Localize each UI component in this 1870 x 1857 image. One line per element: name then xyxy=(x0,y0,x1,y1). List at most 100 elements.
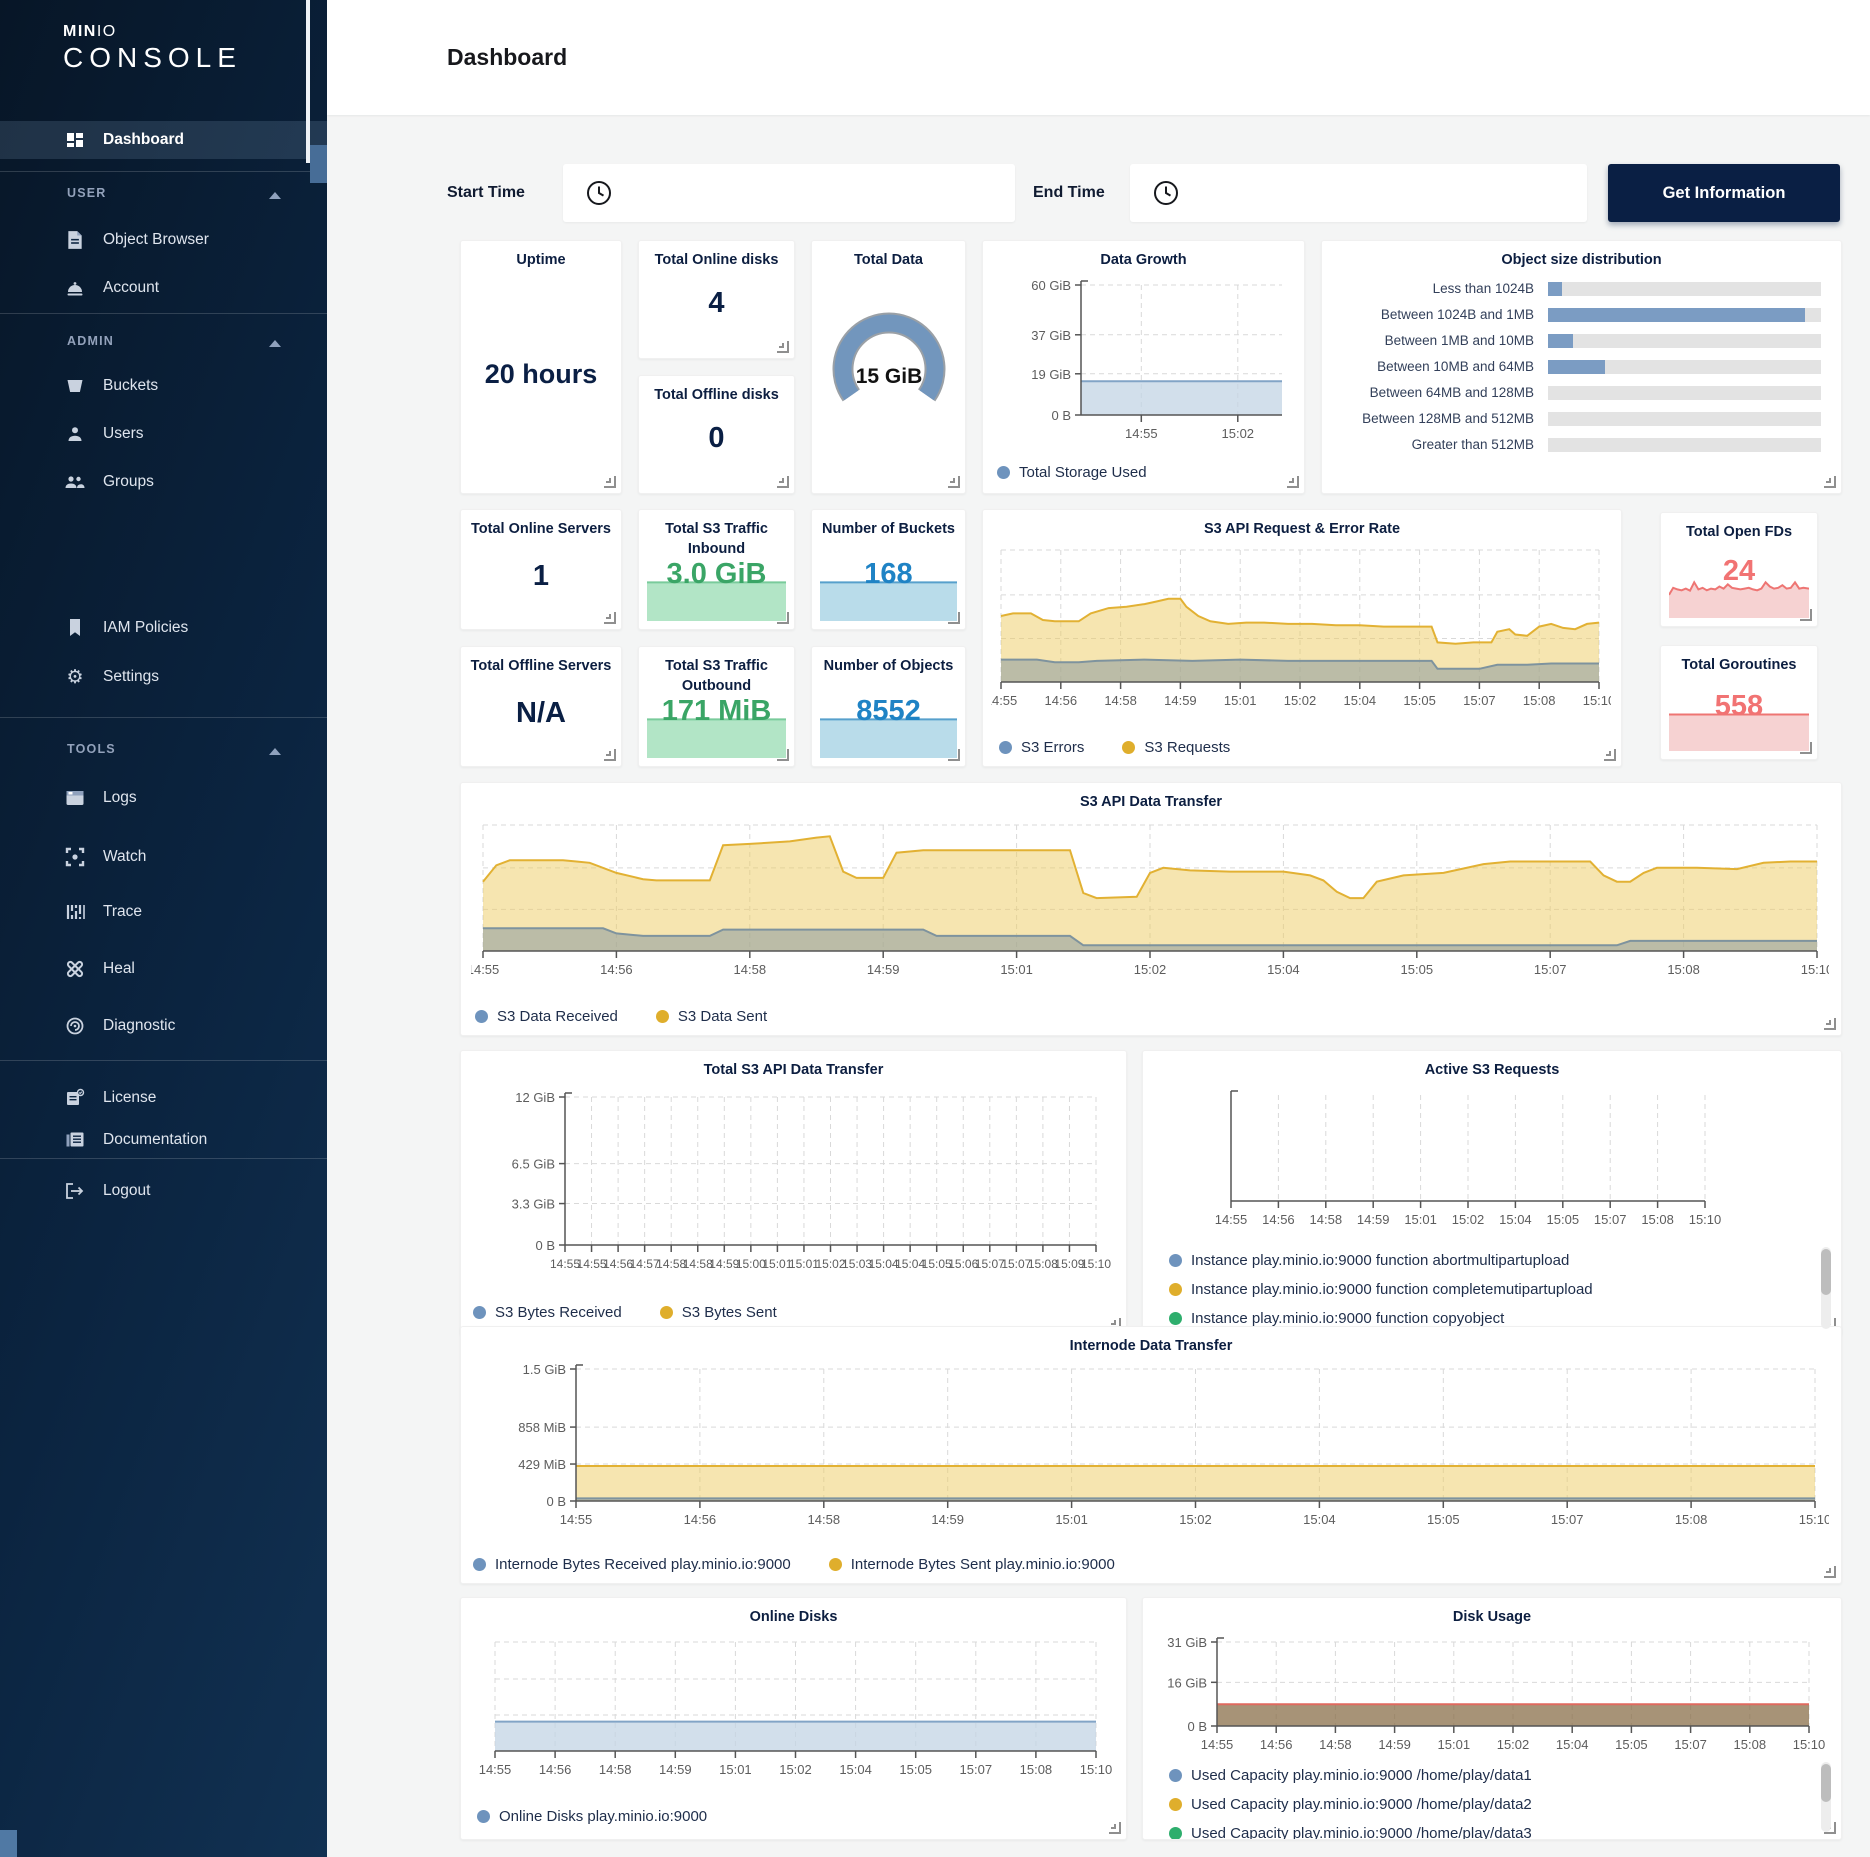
sidebar-scrollbar-track[interactable] xyxy=(306,0,310,163)
offline-servers-value: N/A xyxy=(461,697,621,730)
svg-text:3.3 GiB: 3.3 GiB xyxy=(512,1197,555,1212)
end-time-field[interactable] xyxy=(1130,164,1587,222)
sidebar-item-logs[interactable]: Logs xyxy=(0,780,327,816)
sidebar-item-label: Dashboard xyxy=(103,131,184,149)
svg-text:15:01: 15:01 xyxy=(1438,1737,1471,1752)
sidebar-section-admin[interactable]: ADMIN xyxy=(0,334,327,354)
sidebar-item-label: Users xyxy=(103,425,143,443)
online-disks-value: 4 xyxy=(639,287,794,320)
svg-text:15:04: 15:04 xyxy=(1344,693,1377,708)
resize-handle-icon[interactable] xyxy=(1824,476,1836,488)
end-time-input[interactable] xyxy=(1192,164,1583,224)
sidebar-item-dashboard[interactable]: Dashboard xyxy=(0,121,327,159)
legend-scrollbar-thumb[interactable] xyxy=(1821,1764,1831,1802)
svg-text:429 MiB: 429 MiB xyxy=(518,1457,566,1472)
legend-scrollbar[interactable] xyxy=(1821,1762,1831,1832)
sidebar-scrollbar-thumb[interactable] xyxy=(310,145,327,183)
sidebar-section-tools[interactable]: TOOLS xyxy=(0,742,327,762)
get-information-button[interactable]: Get Information xyxy=(1608,164,1840,222)
sidebar-item-license[interactable]: License xyxy=(0,1080,327,1116)
chevron-up-icon[interactable] xyxy=(269,340,281,347)
card-title: S3 API Request & Error Rate xyxy=(983,520,1621,540)
sidebar-item-trace[interactable]: Trace xyxy=(0,894,327,930)
disk-usage-card: Disk Usage 31 GiB16 GiB0 B14:5514:5614:5… xyxy=(1142,1597,1842,1840)
svg-text:15:07: 15:07 xyxy=(1534,962,1567,977)
legend-scrollbar[interactable] xyxy=(1821,1247,1831,1329)
start-time-field[interactable] xyxy=(563,164,1015,222)
gauge-value: 15 GiB xyxy=(855,365,922,388)
resize-handle-icon[interactable] xyxy=(604,476,616,488)
sidebar-item-settings[interactable]: ⚙ Settings xyxy=(0,659,327,695)
start-time-input[interactable] xyxy=(625,164,1011,224)
license-icon xyxy=(63,1086,87,1110)
legend-label: Total Storage Used xyxy=(1019,464,1147,481)
svg-text:15:07: 15:07 xyxy=(960,1762,993,1777)
svg-text:15:04: 15:04 xyxy=(839,1762,872,1777)
legend-label: S3 Bytes Received xyxy=(495,1304,622,1321)
sidebar-item-iam-policies[interactable]: IAM Policies xyxy=(0,610,327,646)
svg-text:15:10: 15:10 xyxy=(1081,1257,1111,1271)
sidebar-item-watch[interactable]: Watch xyxy=(0,839,327,875)
offline-disks-card: Total Offline disks 0 xyxy=(638,375,795,494)
chevron-up-icon[interactable] xyxy=(269,748,281,755)
sidebar-item-logout[interactable]: Logout xyxy=(0,1173,327,1209)
sidebar-item-label: Heal xyxy=(103,960,135,978)
sidebar-item-heal[interactable]: Heal xyxy=(0,951,327,987)
legend-label: Instance play.minio.io:9000 function com… xyxy=(1191,1281,1593,1298)
svg-text:0 B: 0 B xyxy=(1187,1719,1207,1734)
svg-text:15:05: 15:05 xyxy=(1401,962,1434,977)
legend-dot xyxy=(473,1558,486,1571)
svg-text:15:10: 15:10 xyxy=(1080,1762,1112,1777)
legend-label: Internode Bytes Sent play.minio.io:9000 xyxy=(851,1556,1115,1573)
card-title: Online Disks xyxy=(461,1608,1126,1628)
section-title: TOOLS xyxy=(67,742,116,756)
svg-text:14:59: 14:59 xyxy=(931,1512,964,1527)
svg-text:15:07: 15:07 xyxy=(1594,1212,1627,1227)
active-s3-requests-chart: 14:5514:5614:5814:5915:0115:0215:0415:05… xyxy=(1153,1083,1825,1233)
svg-text:14:55: 14:55 xyxy=(1125,426,1158,441)
heal-icon xyxy=(63,957,87,981)
resize-handle-icon[interactable] xyxy=(1287,476,1299,488)
svg-text:15:02: 15:02 xyxy=(1497,1737,1530,1752)
sidebar-item-buckets[interactable]: Buckets xyxy=(0,368,327,404)
svg-text:12 GiB: 12 GiB xyxy=(515,1090,555,1105)
card-title: Internode Data Transfer xyxy=(461,1337,1841,1357)
traffic-outbound-card: Total S3 Traffic Outbound 171 MiB xyxy=(638,646,795,767)
sidebar-item-documentation[interactable]: Documentation xyxy=(0,1122,327,1158)
sidebar-scrollbar-corner[interactable] xyxy=(0,1830,17,1857)
card-title: Total Online Servers xyxy=(461,520,621,540)
svg-text:15:07: 15:07 xyxy=(1551,1512,1584,1527)
resize-handle-icon[interactable] xyxy=(777,341,789,353)
s3-data-transfer-card: S3 API Data Transfer 14:5514:5614:5814:5… xyxy=(460,782,1842,1036)
svg-text:15:07: 15:07 xyxy=(1674,1737,1707,1752)
chart-legend: S3 Data Received S3 Data Sent xyxy=(475,1005,767,1027)
card-title: Total Goroutines xyxy=(1661,656,1817,676)
resize-handle-icon[interactable] xyxy=(1604,749,1616,761)
resize-handle-icon[interactable] xyxy=(1824,1018,1836,1030)
sidebar-item-diagnostic[interactable]: Diagnostic xyxy=(0,1008,327,1044)
svg-text:16 GiB: 16 GiB xyxy=(1167,1675,1207,1690)
resize-handle-icon[interactable] xyxy=(948,476,960,488)
resize-handle-icon[interactable] xyxy=(1824,1566,1836,1578)
legend-dot xyxy=(475,1010,488,1023)
data-growth-card: Data Growth 60 GiB37 GiB19 GiB0 B14:5515… xyxy=(982,240,1305,494)
sidebar-item-users[interactable]: Users xyxy=(0,416,327,452)
sidebar-section-user[interactable]: USER xyxy=(0,186,327,206)
resize-handle-icon[interactable] xyxy=(777,476,789,488)
sidebar-item-groups[interactable]: Groups xyxy=(0,464,327,500)
legend-dot xyxy=(1169,1827,1182,1840)
legend-scrollbar-thumb[interactable] xyxy=(1821,1249,1831,1295)
distribution-label: Between 1MB and 10MB xyxy=(1322,333,1534,348)
bar-fill xyxy=(1548,308,1805,322)
chevron-up-icon[interactable] xyxy=(269,192,281,199)
svg-text:15:08: 15:08 xyxy=(1675,1512,1708,1527)
card-title: Number of Buckets xyxy=(812,520,965,540)
sidebar-item-object-browser[interactable]: Object Browser xyxy=(0,222,327,258)
sidebar-item-label: IAM Policies xyxy=(103,619,188,637)
sidebar-item-account[interactable]: Account xyxy=(0,270,327,306)
buckets-card: Number of Buckets 168 xyxy=(811,509,966,630)
buckets-value: 168 xyxy=(812,558,965,591)
resize-handle-icon[interactable] xyxy=(1109,1822,1121,1834)
resize-handle-icon[interactable] xyxy=(604,749,616,761)
resize-handle-icon[interactable] xyxy=(604,612,616,624)
